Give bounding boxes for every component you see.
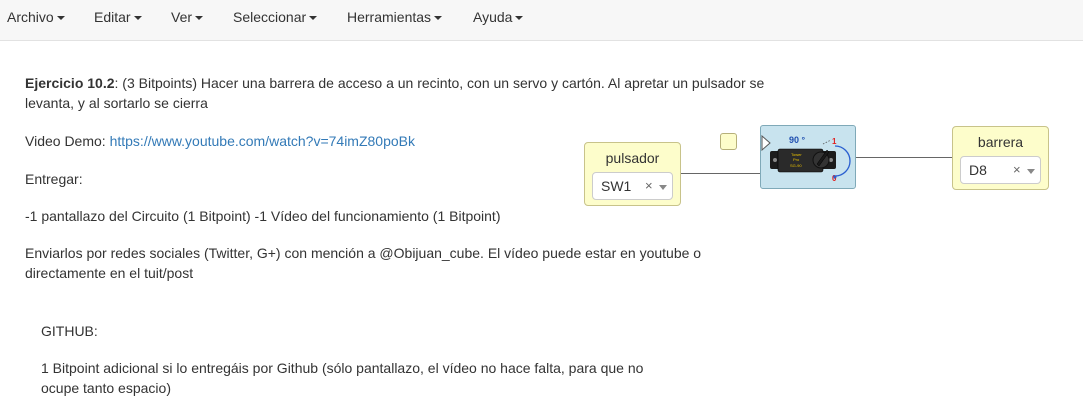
caret-down-icon xyxy=(195,16,204,21)
video-demo-label: Video Demo: xyxy=(25,133,110,149)
servo-icon: 90 ° 1 0 Tower Pro SG-90 xyxy=(761,134,851,183)
servo-body-text-3: SG-90 xyxy=(790,163,802,168)
clear-icon[interactable]: × xyxy=(645,178,653,193)
caret-down-icon xyxy=(133,16,142,21)
menu-ayuda-label: Ayuda xyxy=(473,9,513,25)
chevron-down-icon[interactable] xyxy=(659,185,667,190)
chevron-down-icon[interactable] xyxy=(1027,169,1035,174)
menu-seleccionar-label: Seleccionar xyxy=(233,9,307,25)
caret-down-icon xyxy=(515,16,524,21)
github-heading: GITHUB: xyxy=(41,323,98,339)
menu-editar-label: Editar xyxy=(94,9,131,25)
exercise-title: Ejercicio 10.2: (3 Bitpoints) Hacer una … xyxy=(25,73,765,113)
caret-down-icon xyxy=(56,16,65,21)
servo-input-connector[interactable] xyxy=(720,133,737,150)
menu-herramientas-label: Herramientas xyxy=(347,9,432,25)
clear-icon[interactable]: × xyxy=(1013,162,1021,177)
barrera-title: barrera xyxy=(977,134,1024,150)
entregar-heading: Entregar: xyxy=(25,171,83,187)
pulsador-title: pulsador xyxy=(605,150,660,166)
menu-archivo-label: Archivo xyxy=(7,9,54,25)
menu-seleccionar[interactable]: Seleccionar xyxy=(233,0,318,34)
github-note: 1 Bitpoint adicional si lo entregáis por… xyxy=(41,360,644,396)
wire-servo-barrera xyxy=(856,157,952,158)
servo-mark-top: 1 xyxy=(832,137,837,146)
servo-block[interactable]: 90 ° 1 0 Tower Pro SG-90 xyxy=(760,125,856,189)
deliverables-text: -1 pantallazo del Circuito (1 Bitpoint) … xyxy=(25,208,501,224)
servo-angle-label: 90 ° xyxy=(789,135,806,145)
pulsador-pin-select[interactable]: SW1 × xyxy=(592,172,673,200)
pulsador-block[interactable]: pulsador SW1 × xyxy=(584,142,681,206)
menu-herramientas[interactable]: Herramientas xyxy=(347,0,443,34)
menu-bar: Archivo Editar Ver Seleccionar Herramien… xyxy=(0,0,1083,41)
caret-down-icon xyxy=(309,16,318,21)
social-instructions: Enviarlos por redes sociales (Twitter, G… xyxy=(25,245,702,281)
menu-archivo[interactable]: Archivo xyxy=(7,0,65,34)
menu-editar[interactable]: Editar xyxy=(94,0,142,34)
menu-ayuda[interactable]: Ayuda xyxy=(473,0,524,34)
video-demo-line: Video Demo: https://www.youtube.com/watc… xyxy=(25,131,415,151)
exercise-title-text: : (3 Bitpoints) Hacer una barrera de acc… xyxy=(25,75,765,111)
pulsador-pin-value: SW1 xyxy=(601,178,632,194)
wire-pulsador-servo xyxy=(680,173,762,174)
exercise-title-bold: Ejercicio 10.2 xyxy=(25,75,115,91)
barrera-pin-value: D8 xyxy=(969,162,987,178)
video-demo-link[interactable]: https://www.youtube.com/watch?v=74imZ80p… xyxy=(110,133,415,149)
servo-body-text-2: Pro xyxy=(793,157,800,162)
barrera-block[interactable]: barrera D8 × xyxy=(952,126,1049,190)
menu-ver-label: Ver xyxy=(171,9,193,25)
menu-ver[interactable]: Ver xyxy=(171,0,204,34)
barrera-pin-select[interactable]: D8 × xyxy=(960,156,1041,184)
caret-down-icon xyxy=(434,16,443,21)
